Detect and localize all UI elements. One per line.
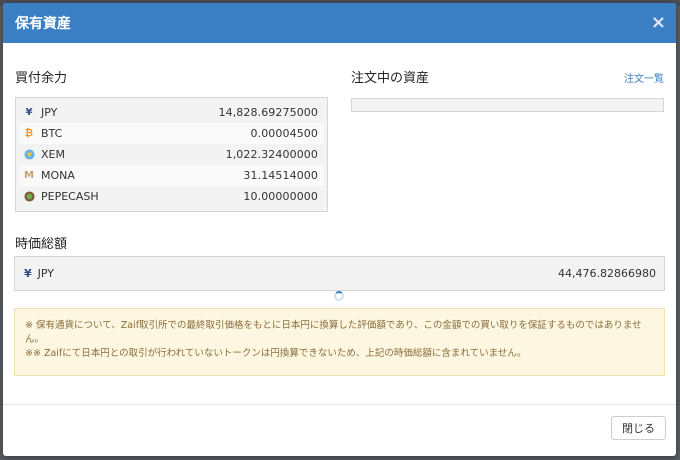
market-value-currency: JPY [37, 267, 55, 280]
holdings-list: ¥ JPY 14,828.69275000 ₿ BTC 0.00004500 X… [15, 97, 328, 212]
order-list-link[interactable]: 注文一覧 [624, 70, 664, 85]
asset-value: 31.14514000 [243, 169, 318, 182]
assets-dialog: 保有資産 × 買付余力 ¥ JPY 14,828.69275000 ₿ BTC … [3, 3, 676, 456]
notice-line-2: ※※ Zaifにて日本円との取引が行われていないトークンは円換算できないため、上… [25, 348, 527, 359]
asset-value: 1,022.32400000 [225, 148, 318, 161]
mona-icon: M [24, 170, 34, 181]
list-item: ₿ BTC 0.00004500 [19, 123, 324, 144]
loading-spinner-icon [334, 291, 344, 301]
open-orders-title: 注文中の資産 [351, 71, 430, 86]
notice-box: ※ 保有通貨について、Zaif取引所での最終取引価格をもとに日本円に換算した評価… [14, 308, 665, 376]
notice-line-1: ※ 保有通貨について、Zaif取引所での最終取引価格をもとに日本円に換算した評価… [25, 320, 642, 345]
close-button[interactable]: 閉じる [611, 416, 666, 440]
yen-icon: ¥ [25, 107, 33, 118]
list-item: PEPECASH 10.00000000 [19, 186, 324, 207]
buying-power-section: 買付余力 ¥ JPY 14,828.69275000 ₿ BTC 0.00004… [15, 67, 328, 212]
open-orders-section: 注文中の資産 注文一覧 [351, 67, 664, 112]
open-orders-header: 注文中の資産 注文一覧 [351, 67, 664, 86]
asset-name: PEPECASH [41, 190, 99, 203]
asset-value: 14,828.69275000 [218, 106, 318, 119]
market-value-title: 時価総額 [15, 237, 68, 252]
asset-name: XEM [41, 148, 65, 161]
dialog-title: 保有資産 [15, 16, 71, 32]
open-orders-list [351, 98, 664, 112]
list-item: M MONA 31.14514000 [19, 165, 324, 186]
asset-name: JPY [41, 106, 58, 119]
buying-power-title: 買付余力 [15, 71, 68, 86]
asset-name: MONA [41, 169, 75, 182]
market-value-amount: 44,476.82866980 [558, 267, 656, 280]
asset-name: BTC [41, 127, 63, 140]
list-item: XEM 1,022.32400000 [19, 144, 324, 165]
xem-icon [23, 149, 35, 161]
dialog-header: 保有資産 × [3, 3, 676, 43]
asset-value: 10.00000000 [243, 190, 318, 203]
market-value-row: ¥ JPY 44,476.82866980 [14, 256, 665, 291]
asset-value: 0.00004500 [250, 127, 318, 140]
list-item: ¥ JPY 14,828.69275000 [19, 102, 324, 123]
yen-icon: ¥ [24, 267, 32, 280]
footer-divider [3, 404, 676, 405]
close-icon[interactable]: × [651, 14, 666, 32]
btc-icon: ₿ [24, 128, 34, 139]
pepecash-icon [23, 191, 35, 203]
